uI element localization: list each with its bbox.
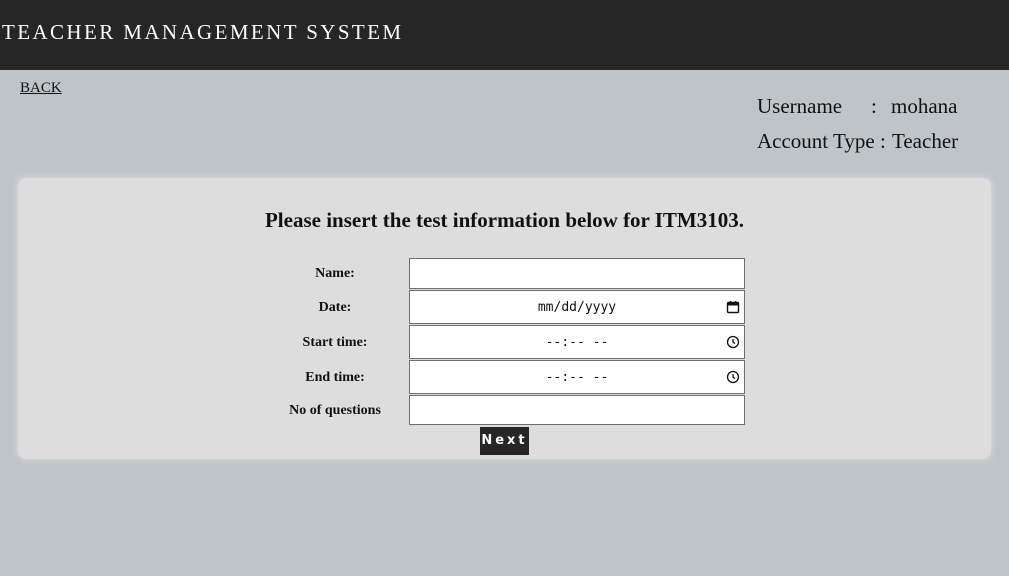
account-type-value: Teacher [892, 129, 959, 153]
next-button[interactable]: Next [480, 427, 529, 455]
date-input[interactable]: mm/dd/yyyy [409, 290, 745, 324]
username-value: mohana [891, 94, 958, 118]
username-label: Username [757, 94, 843, 118]
name-input[interactable] [409, 258, 745, 289]
app-title: TEACHER MANAGEMENT SYSTEM [2, 20, 404, 44]
back-link[interactable]: BACK [20, 80, 62, 97]
username-separator: : [871, 94, 877, 118]
end-time-input[interactable]: --:-- -- [409, 360, 745, 394]
end-time-placeholder: --:-- -- [545, 370, 609, 385]
top-header: TEACHER MANAGEMENT SYSTEM [0, 0, 1009, 70]
num-questions-label: No of questions [289, 403, 381, 418]
date-label: Date: [318, 300, 352, 315]
clock-icon[interactable] [726, 370, 740, 384]
start-time-placeholder: --:-- -- [545, 335, 609, 350]
form-heading: Please insert the test information below… [264, 208, 745, 232]
num-questions-input[interactable] [409, 395, 745, 425]
clock-icon[interactable] [726, 335, 740, 349]
date-placeholder: mm/dd/yyyy [537, 300, 617, 315]
start-time-label: Start time: [302, 335, 368, 350]
start-time-input[interactable]: --:-- -- [409, 325, 745, 359]
end-time-label: End time: [305, 370, 365, 385]
name-label: Name: [315, 266, 355, 281]
account-type-label: Account Type : [757, 129, 886, 153]
test-form-panel: Please insert the test information below… [18, 178, 991, 459]
calendar-icon[interactable] [726, 300, 740, 314]
